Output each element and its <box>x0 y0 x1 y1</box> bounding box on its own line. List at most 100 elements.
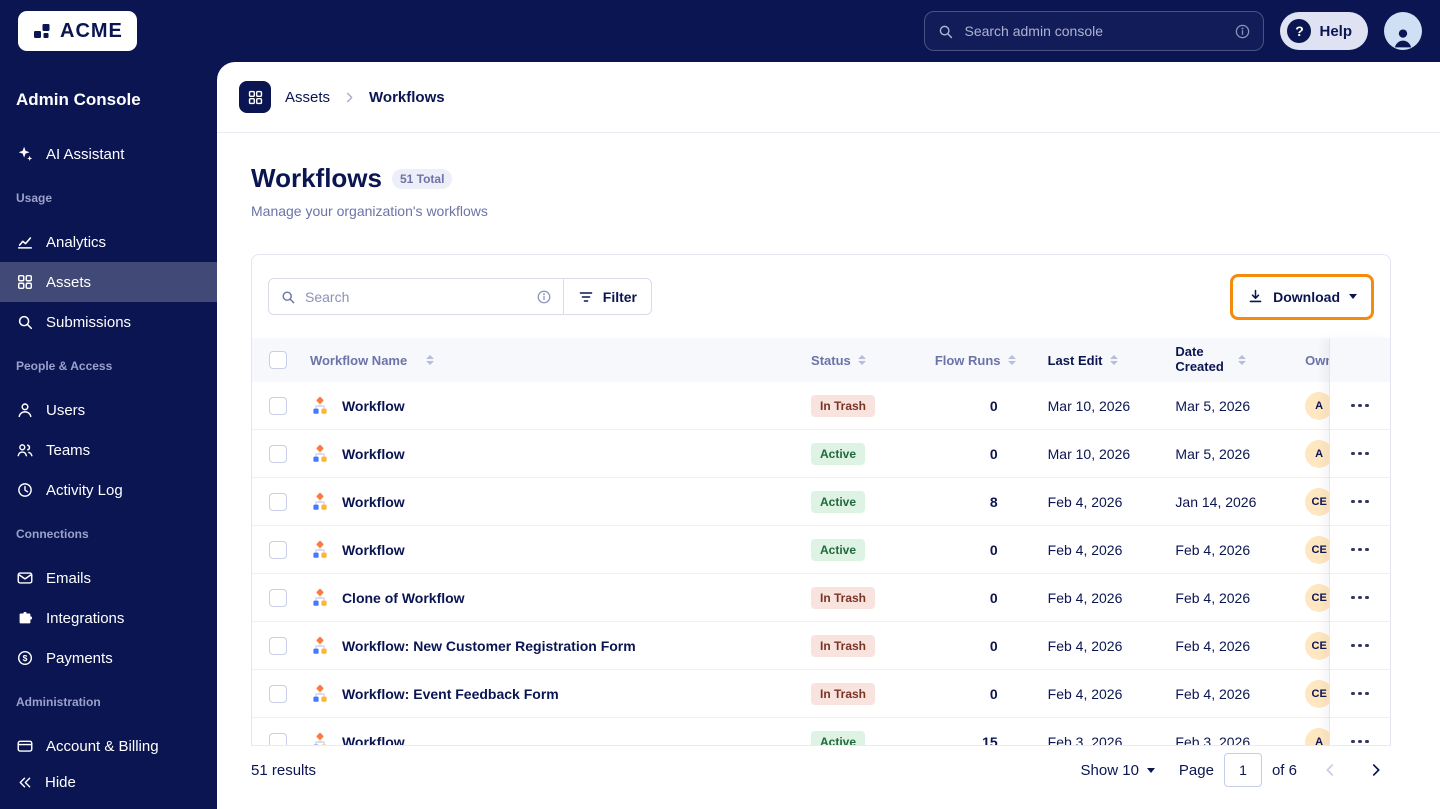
sidebar-section-usage: Usage <box>16 191 53 205</box>
table-toolbar: Filter Download <box>252 255 1390 338</box>
row-checkbox[interactable] <box>269 492 287 511</box>
info-icon[interactable] <box>536 289 552 305</box>
sort-button[interactable] <box>857 355 866 365</box>
sidebar-item-emails[interactable]: Emails <box>0 558 217 598</box>
flow-runs-value: 0 <box>989 685 998 702</box>
table-row: Workflow In Trash 0 Mar 10, 2026 Mar 5, … <box>252 382 1390 430</box>
date-created-value: Feb 4, 2026 <box>1175 637 1251 654</box>
previous-page-button[interactable] <box>1321 761 1339 779</box>
sort-button[interactable] <box>1238 355 1247 365</box>
sidebar-item-users[interactable]: Users <box>0 390 217 430</box>
table-search-input[interactable] <box>305 288 527 305</box>
breadcrumb: Assets Workflows <box>217 62 1440 133</box>
download-icon <box>1249 289 1262 303</box>
sidebar-item-account-billing[interactable]: Account & Billing <box>0 726 217 766</box>
column-header-status: Status <box>811 352 851 368</box>
page-label: Page <box>1178 761 1214 779</box>
row-checkbox[interactable] <box>269 396 287 415</box>
sidebar-item-teams[interactable]: Teams <box>0 430 217 470</box>
page-size-select[interactable]: Show 10 <box>1081 762 1155 779</box>
row-actions-button[interactable] <box>1345 444 1375 464</box>
sidebar-item-integrations[interactable]: Integrations <box>0 598 217 638</box>
sort-button[interactable] <box>1109 355 1118 365</box>
table-search[interactable] <box>269 279 563 314</box>
date-created-value: Jan 14, 2026 <box>1175 493 1257 510</box>
sidebar-item-assets[interactable]: Assets <box>0 262 217 302</box>
workflow-icon <box>313 636 327 654</box>
sidebar-item-label: Account & Billing <box>46 737 159 755</box>
select-all-checkbox[interactable] <box>269 351 287 369</box>
breadcrumb-parent[interactable]: Assets <box>285 89 330 106</box>
hide-label: Hide <box>45 773 76 791</box>
admin-search[interactable] <box>924 11 1265 51</box>
sidebar-item-label: Assets <box>46 273 92 291</box>
download-label: Download <box>1273 288 1340 305</box>
next-page-button[interactable] <box>1367 761 1385 779</box>
table-row: Clone of Workflow In Trash 0 Feb 4, 2026… <box>252 574 1390 622</box>
row-checkbox[interactable] <box>269 684 287 703</box>
help-label: Help <box>1319 22 1352 40</box>
sidebar-item-label: AI Assistant <box>46 145 125 163</box>
sidebar-item-analytics[interactable]: Analytics <box>0 222 217 262</box>
workflow-name-link[interactable]: Clone of Workflow <box>342 590 465 606</box>
sidebar-item-activity-log[interactable]: Activity Log <box>0 470 217 510</box>
sidebar-item-label: Users <box>46 401 86 419</box>
search-icon <box>940 25 953 38</box>
flow-runs-value: 8 <box>989 493 998 510</box>
workflow-name-link[interactable]: Workflow: Event Feedback Form <box>342 686 559 702</box>
filter-button[interactable]: Filter <box>562 279 651 314</box>
workflow-name-link[interactable]: Workflow <box>342 494 405 510</box>
workflow-name-link[interactable]: Workflow <box>342 398 405 414</box>
flow-runs-value: 0 <box>989 589 998 606</box>
row-actions-button[interactable] <box>1345 396 1375 416</box>
status-badge: Active <box>811 442 866 465</box>
user-avatar[interactable] <box>1384 12 1422 50</box>
row-checkbox[interactable] <box>269 540 287 559</box>
status-badge: In Trash <box>811 586 876 609</box>
row-actions-button[interactable] <box>1345 492 1375 512</box>
column-header-flow-runs: Flow Runs <box>934 352 1001 368</box>
last-edit-value: Feb 4, 2026 <box>1047 637 1123 654</box>
sidebar-item-label: Integrations <box>46 609 125 627</box>
admin-search-input[interactable] <box>964 23 1225 39</box>
row-checkbox[interactable] <box>269 636 287 655</box>
workflow-name-link[interactable]: Workflow <box>342 542 405 558</box>
sidebar-item-label: Submissions <box>46 313 132 331</box>
sidebar-item-payments[interactable]: $ Payments <box>0 638 217 678</box>
status-badge: In Trash <box>811 682 876 705</box>
workflow-name-link[interactable]: Workflow <box>342 446 405 462</box>
pagination-footer: 51 results Show 10 Page of 6 <box>251 745 1391 809</box>
page-of-label: of 6 <box>1271 761 1297 779</box>
row-actions-button[interactable] <box>1345 636 1375 656</box>
column-header-name: Workflow Name <box>309 352 408 368</box>
sidebar-title: Admin Console <box>16 90 141 109</box>
dollar-icon: $ <box>17 650 33 666</box>
sort-button[interactable] <box>1007 355 1016 365</box>
row-checkbox[interactable] <box>269 444 287 463</box>
workflows-table: Workflow Name Status Flow Runs Last Edit… <box>252 338 1390 764</box>
workflow-name-link[interactable]: Workflow: New Customer Registration Form <box>342 638 636 654</box>
table-row: Workflow Active 8 Feb 4, 2026 Jan 14, 20… <box>252 478 1390 526</box>
svg-text:$: $ <box>23 653 28 663</box>
download-button[interactable]: Download <box>1235 278 1369 315</box>
assets-breadcrumb-icon[interactable] <box>239 81 271 113</box>
help-button[interactable]: ? Help <box>1280 12 1368 50</box>
table-row: Workflow: Event Feedback Form In Trash 0… <box>252 670 1390 718</box>
hide-sidebar-button[interactable]: Hide <box>16 762 76 802</box>
row-actions-button[interactable] <box>1345 684 1375 704</box>
analytics-icon <box>17 237 33 249</box>
team-icon <box>17 444 33 457</box>
sidebar-item-label: Teams <box>46 441 91 459</box>
sidebar-item-submissions[interactable]: Submissions <box>0 302 217 342</box>
workflow-icon <box>313 540 327 558</box>
sort-button[interactable] <box>426 355 435 365</box>
row-actions-button[interactable] <box>1345 588 1375 608</box>
sidebar-item-ai-assistant[interactable]: AI Assistant <box>0 134 217 174</box>
page-size-label: Show 10 <box>1080 761 1139 779</box>
row-actions-button[interactable] <box>1345 540 1375 560</box>
acme-logo[interactable]: ACME <box>18 11 137 51</box>
page-number-input[interactable] <box>1223 753 1262 787</box>
row-checkbox[interactable] <box>269 588 287 607</box>
info-icon[interactable] <box>1234 23 1251 40</box>
workflow-icon <box>313 444 327 462</box>
